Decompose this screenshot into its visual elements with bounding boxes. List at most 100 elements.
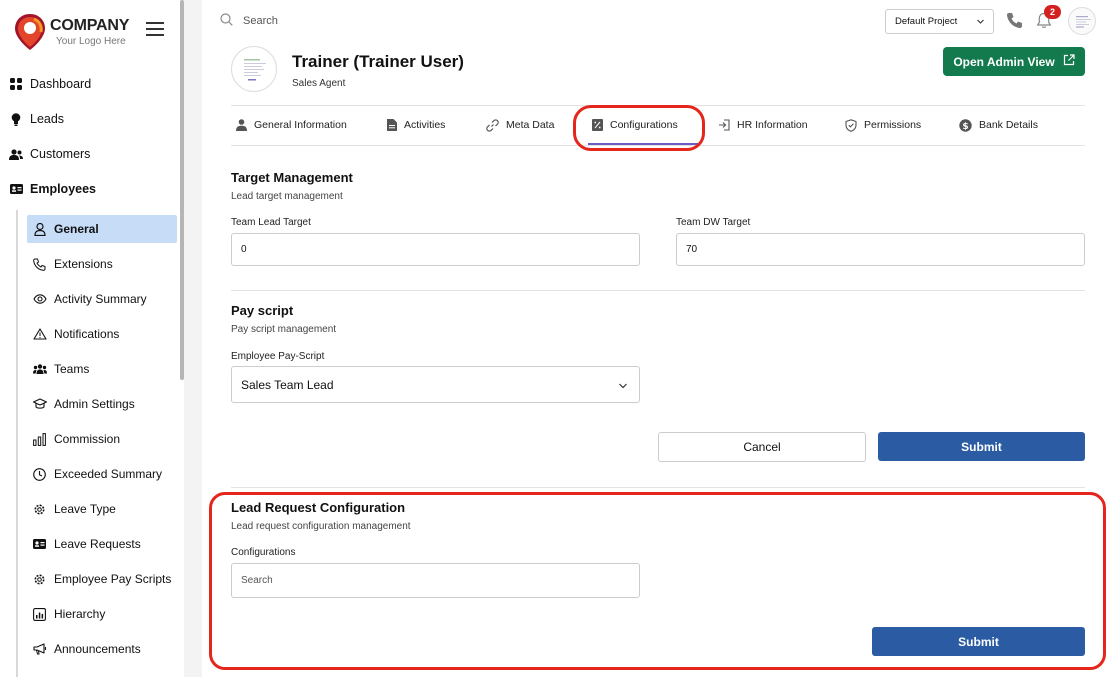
content-gutter — [184, 0, 202, 677]
sidebar-subitem-commission[interactable]: Commission — [27, 425, 177, 453]
target-management-title: Target Management — [231, 170, 353, 185]
tab-activities[interactable]: Activities — [387, 113, 445, 137]
sidebar-subitem-label: Announcements — [54, 642, 141, 656]
eye-icon — [32, 292, 47, 307]
sidebar-subitem-extensions[interactable]: Extensions — [27, 250, 177, 278]
project-select[interactable]: Default Project — [885, 9, 994, 34]
chevron-down-icon — [976, 17, 985, 29]
lightbulb-icon — [9, 112, 23, 126]
sidebar-item-dashboard[interactable]: Dashboard — [9, 73, 91, 95]
sidebar-item-label: Dashboard — [30, 77, 92, 91]
tab-label: Activities — [404, 119, 446, 131]
sidebar-subitem-label: Commission — [54, 432, 121, 446]
sidebar: COMPANY Your Logo Here Dashboard Leads C… — [0, 0, 184, 677]
sidebar-subitem-employee-pay-scripts[interactable]: Employee Pay Scripts — [27, 565, 177, 593]
team-lead-target-label: Team Lead Target — [231, 217, 311, 228]
target-management-subtitle: Lead target management — [231, 191, 343, 202]
external-link-icon — [1063, 54, 1075, 69]
sidebar-item-label: Leads — [30, 112, 65, 126]
document-icon — [387, 119, 397, 131]
hamburger-menu-icon[interactable] — [146, 22, 164, 36]
sidebar-item-customers[interactable]: Customers — [9, 143, 90, 165]
sidebar-subitem-leave-type[interactable]: Leave Type — [27, 495, 177, 523]
sidebar-subitem-leave-requests[interactable]: Leave Requests — [27, 530, 177, 558]
tab-bank-details[interactable]: $ Bank Details — [959, 113, 1038, 137]
sidebar-subitem-hierarchy[interactable]: Hierarchy — [27, 600, 177, 628]
tab-general-information[interactable]: General Information — [236, 113, 347, 137]
megaphone-icon — [32, 642, 47, 657]
highlight-oval — [573, 105, 705, 151]
tab-label: Meta Data — [506, 119, 555, 131]
sidebar-item-label: Customers — [30, 147, 91, 161]
submenu-divider — [16, 210, 18, 677]
profile-avatar — [231, 46, 277, 92]
users-icon — [9, 147, 23, 161]
phone-icon[interactable] — [1006, 12, 1023, 34]
clock-icon — [32, 467, 47, 482]
sidebar-subitem-label: Exceeded Summary — [54, 467, 163, 481]
user-icon — [32, 222, 47, 237]
sidebar-subitem-label: Leave Type — [54, 502, 116, 516]
sidebar-item-employees[interactable]: Employees — [9, 178, 96, 200]
tab-meta-data[interactable]: Meta Data — [486, 113, 554, 137]
link-icon — [486, 118, 499, 132]
sidebar-subitem-general[interactable]: General — [27, 215, 177, 243]
pay-script-subtitle: Pay script management — [231, 324, 337, 335]
sidebar-subitem-label: General — [54, 222, 99, 236]
sidebar-subitem-label: Notifications — [54, 327, 120, 341]
employee-pay-script-select[interactable]: Sales Team Lead — [231, 366, 640, 403]
tab-hr-information[interactable]: HR Information — [718, 113, 808, 137]
highlight-box — [209, 492, 1106, 670]
sidebar-subitem-teams[interactable]: Teams — [27, 355, 177, 383]
open-admin-view-button[interactable]: Open Admin View — [943, 47, 1085, 76]
sidebar-subitem-label: Admin Settings — [54, 397, 135, 411]
sidebar-subitem-label: Leave Requests — [54, 537, 141, 551]
grid-icon — [9, 77, 23, 91]
team-lead-target-input[interactable]: 0 — [231, 233, 640, 266]
warning-icon — [32, 327, 47, 342]
sidebar-subitem-label: Extensions — [54, 257, 113, 271]
employee-pay-script-value: Sales Team Lead — [241, 377, 334, 392]
team-icon — [32, 362, 47, 377]
tab-label: Bank Details — [979, 119, 1038, 131]
sidebar-subitem-activity-summary[interactable]: Activity Summary — [27, 285, 177, 313]
phone-icon — [32, 257, 47, 272]
pay-script-title: Pay script — [231, 303, 294, 318]
profile-role: Sales Agent — [292, 78, 346, 89]
divider — [231, 290, 1085, 291]
profile-name: Trainer (Trainer User) — [292, 52, 464, 71]
user-icon — [236, 119, 247, 131]
sign-in-icon — [718, 119, 730, 131]
cancel-button[interactable]: Cancel — [658, 432, 866, 462]
sidebar-subitem-notifications[interactable]: Notifications — [27, 320, 177, 348]
user-avatar[interactable] — [1068, 7, 1096, 35]
tab-label: HR Information — [737, 119, 808, 131]
id-card-icon — [9, 182, 23, 196]
dollar-icon: $ — [959, 118, 972, 132]
chevron-down-icon — [618, 380, 628, 394]
chart-box-icon — [32, 607, 47, 622]
divider — [231, 487, 1085, 488]
sidebar-item-label: Employees — [30, 182, 97, 196]
pay-script-submit-button[interactable]: Submit — [878, 432, 1085, 461]
bar-chart-icon — [32, 432, 47, 447]
global-search[interactable]: Search — [220, 13, 278, 29]
shield-icon — [845, 118, 857, 132]
search-icon — [220, 13, 233, 29]
gear-icon — [32, 572, 47, 587]
sidebar-item-leads[interactable]: Leads — [9, 108, 64, 130]
location-pin-logo-icon — [15, 14, 45, 50]
team-dw-target-input[interactable]: 70 — [676, 233, 1085, 266]
sidebar-subitem-admin-settings[interactable]: Admin Settings — [27, 390, 177, 418]
notification-count-badge: 2 — [1044, 5, 1061, 19]
open-admin-view-label: Open Admin View — [953, 54, 1055, 69]
tab-permissions[interactable]: Permissions — [845, 113, 921, 137]
sidebar-subitem-label: Hierarchy — [54, 607, 106, 621]
company-logo[interactable]: COMPANY Your Logo Here — [13, 12, 163, 52]
sidebar-subitem-exceeded-summary[interactable]: Exceeded Summary — [27, 460, 177, 488]
company-name: COMPANY — [50, 17, 130, 34]
sidebar-scrollbar[interactable] — [180, 0, 184, 380]
id-card-icon — [32, 537, 47, 552]
sidebar-subitem-label: Employee Pay Scripts — [54, 572, 172, 586]
sidebar-subitem-announcements[interactable]: Announcements — [27, 635, 177, 663]
